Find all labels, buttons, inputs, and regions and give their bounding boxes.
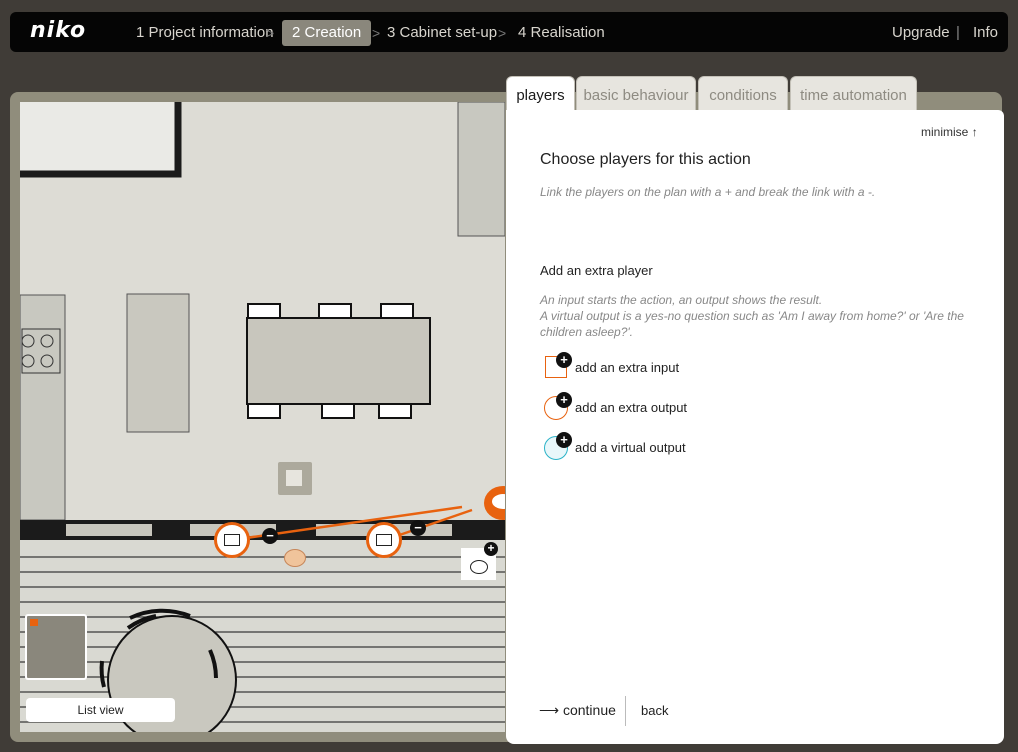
add-extra-input-link[interactable]: add an extra input [575,360,679,375]
extra-player-desc-2: A virtual output is a yes-no question su… [540,309,964,339]
floor-plan-drawing [20,102,505,732]
link-plus-button[interactable]: + [484,542,498,556]
chevron-right-icon: > [266,25,275,41]
panel-heading: Choose players for this action [540,151,751,168]
add-virtual-plus-icon[interactable]: + [556,432,572,448]
chevron-right-icon: > [498,25,507,41]
action-panel [506,110,1004,744]
step-realisation[interactable]: 4 Realisation [508,20,615,46]
unlink-minus-button[interactable]: − [262,528,278,544]
minimise-button[interactable]: minimise ↑ [921,125,978,139]
arrow-up-icon: ↑ [971,125,978,139]
back-button[interactable]: back [641,703,668,718]
niko-logo: niko [30,18,87,43]
extra-player-title: Add an extra player [540,263,653,278]
unlink-minus-button[interactable]: − [410,520,426,536]
minimise-label: minimise [921,125,969,139]
info-link[interactable]: Info [973,20,998,46]
add-extra-output-link[interactable]: add an extra output [575,400,687,415]
continue-label: continue [562,702,616,718]
step-project-information[interactable]: 1 Project information [126,20,284,46]
footer-divider [625,696,626,726]
nav-divider: | [956,24,960,41]
comment-icon[interactable] [284,549,306,567]
tab-basic-behaviour[interactable]: basic behaviour [576,76,696,112]
add-input-plus-icon[interactable]: + [556,352,572,368]
link-hint-text: Link the players on the plan with a + an… [540,185,876,199]
continue-button[interactable]: ⟶ continue [539,702,616,719]
top-navigation-bar: niko 1 Project information > 2 Creation … [10,12,1008,52]
minimap-thumbnail[interactable] [25,614,87,680]
arrow-right-icon: ⟶ [539,702,560,718]
step-cabinet-setup[interactable]: 3 Cabinet set-up [377,20,507,46]
tab-conditions[interactable]: conditions [698,76,788,112]
extra-player-desc-1: An input starts the action, an output sh… [540,293,823,307]
shutter-output-icon[interactable] [366,522,402,558]
add-virtual-output-link[interactable]: add a virtual output [575,440,686,455]
shutter-output-icon[interactable] [214,522,250,558]
upgrade-link[interactable]: Upgrade [892,20,950,46]
tab-time-automation[interactable]: time automation [790,76,917,112]
floor-plan-canvas[interactable]: − − + [20,102,505,732]
minimap-marker-icon [30,619,38,626]
tab-players[interactable]: players [506,76,575,114]
add-output-plus-icon[interactable]: + [556,392,572,408]
step-creation[interactable]: 2 Creation [282,20,372,46]
list-view-button[interactable]: List view [26,698,175,722]
